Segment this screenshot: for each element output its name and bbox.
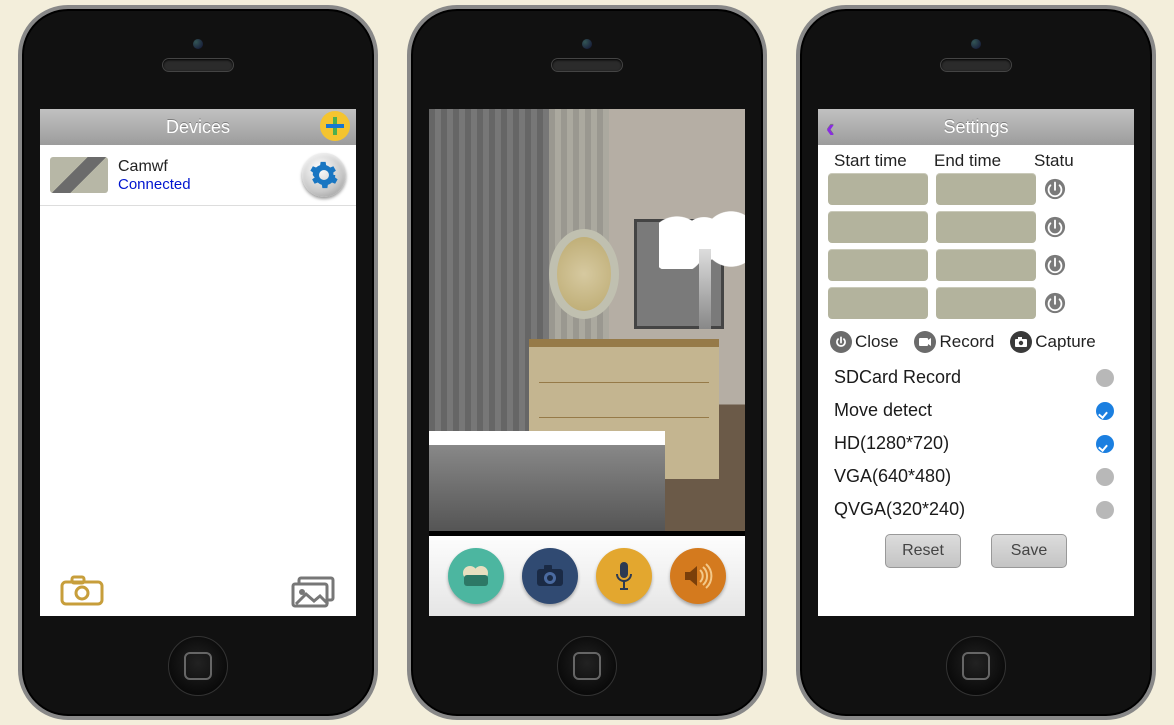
phone-top xyxy=(800,9,1152,104)
option-hd[interactable]: HD(1280*720) xyxy=(818,427,1134,460)
option-label: Move detect xyxy=(834,400,932,421)
schedule-row xyxy=(828,211,1124,243)
bottom-toolbar xyxy=(40,574,356,608)
col-status: Statu xyxy=(1034,151,1124,171)
device-status: Connected xyxy=(118,176,302,193)
schedule-row xyxy=(828,173,1124,205)
videocam-icon xyxy=(914,331,936,353)
action-row: Close Record Capture xyxy=(818,325,1134,361)
gear-icon xyxy=(309,160,339,190)
radio-indicator[interactable] xyxy=(1096,435,1114,453)
home-button[interactable] xyxy=(946,636,1006,696)
speaker-grille xyxy=(941,59,1011,71)
device-name: Camwf xyxy=(118,158,302,176)
plus-icon xyxy=(325,116,345,136)
microphone-button[interactable] xyxy=(596,548,652,604)
phone-settings: ‹ Settings Start time End time Statu xyxy=(796,5,1156,720)
camera-feed[interactable] xyxy=(429,109,745,531)
save-button[interactable]: Save xyxy=(991,534,1067,568)
start-time-cell[interactable] xyxy=(828,211,928,243)
screen-settings: ‹ Settings Start time End time Statu xyxy=(818,109,1134,616)
screen-devices: Devices Camwf Connected xyxy=(40,109,356,616)
home-button[interactable] xyxy=(168,636,228,696)
phone-top xyxy=(22,9,374,104)
end-time-cell[interactable] xyxy=(936,211,1036,243)
capture-label: Capture xyxy=(1035,332,1095,352)
end-time-cell[interactable] xyxy=(936,249,1036,281)
close-label: Close xyxy=(855,332,898,352)
button-row: Reset Save xyxy=(818,526,1134,568)
radio-indicator[interactable] xyxy=(1096,501,1114,519)
device-thumbnail xyxy=(50,157,108,193)
camera-icon[interactable] xyxy=(58,574,106,608)
power-icon xyxy=(830,331,852,353)
header-bar: Devices xyxy=(40,109,356,145)
phone-top xyxy=(411,9,763,104)
radio-indicator[interactable] xyxy=(1096,369,1114,387)
speaker-grille xyxy=(552,59,622,71)
option-vga[interactable]: VGA(640*480) xyxy=(818,460,1134,493)
option-qvga[interactable]: QVGA(320*240) xyxy=(818,493,1134,526)
camera-icon xyxy=(1010,331,1032,353)
reset-button[interactable]: Reset xyxy=(885,534,961,568)
device-info: Camwf Connected xyxy=(118,158,302,193)
phone-devices: Devices Camwf Connected xyxy=(18,5,378,720)
close-action[interactable]: Close xyxy=(830,331,898,353)
option-label: VGA(640*480) xyxy=(834,466,951,487)
record-label: Record xyxy=(939,332,994,352)
home-button[interactable] xyxy=(557,636,617,696)
option-label: QVGA(320*240) xyxy=(834,499,965,520)
power-icon[interactable] xyxy=(1044,254,1066,276)
option-movedetect[interactable]: Move detect xyxy=(818,394,1134,427)
power-icon[interactable] xyxy=(1044,178,1066,200)
schedule-grid xyxy=(818,173,1134,319)
capture-action[interactable]: Capture xyxy=(1010,331,1095,353)
record-video-button[interactable] xyxy=(448,548,504,604)
header-title: Settings xyxy=(943,117,1008,138)
oval-frame xyxy=(549,229,619,319)
settings-body: Start time End time Statu xyxy=(818,145,1134,616)
option-label: HD(1280*720) xyxy=(834,433,949,454)
schedule-row xyxy=(828,287,1124,319)
option-label: SDCard Record xyxy=(834,367,961,388)
microphone-icon xyxy=(616,561,632,591)
sensor-dot xyxy=(971,39,981,49)
speaker-grille xyxy=(163,59,233,71)
schedule-row xyxy=(828,249,1124,281)
back-button[interactable]: ‹ xyxy=(826,113,835,144)
header-bar: ‹ Settings xyxy=(818,109,1134,145)
speaker-icon xyxy=(683,563,713,589)
col-start: Start time xyxy=(834,151,934,171)
header-title: Devices xyxy=(166,117,230,138)
schedule-headers: Start time End time Statu xyxy=(818,145,1134,173)
sensor-dot xyxy=(582,39,592,49)
room-scene xyxy=(429,109,745,531)
flower-vase xyxy=(659,209,745,329)
end-time-cell[interactable] xyxy=(936,287,1036,319)
start-time-cell[interactable] xyxy=(828,287,928,319)
speaker-button[interactable] xyxy=(670,548,726,604)
gallery-icon[interactable] xyxy=(290,574,338,608)
record-action[interactable]: Record xyxy=(914,331,994,353)
device-row[interactable]: Camwf Connected xyxy=(40,145,356,206)
snapshot-button[interactable] xyxy=(522,548,578,604)
device-settings-button[interactable] xyxy=(302,153,346,197)
option-sdcard[interactable]: SDCard Record xyxy=(818,361,1134,394)
phone-live xyxy=(407,5,767,720)
live-toolbar xyxy=(429,536,745,616)
sensor-dot xyxy=(193,39,203,49)
power-icon[interactable] xyxy=(1044,216,1066,238)
power-icon[interactable] xyxy=(1044,292,1066,314)
add-device-button[interactable] xyxy=(320,111,350,141)
videocam-icon xyxy=(461,565,491,587)
start-time-cell[interactable] xyxy=(828,173,928,205)
camera-solid-icon xyxy=(535,564,565,588)
screen-live xyxy=(429,109,745,616)
radio-indicator[interactable] xyxy=(1096,402,1114,420)
start-time-cell[interactable] xyxy=(828,249,928,281)
col-end: End time xyxy=(934,151,1034,171)
end-time-cell[interactable] xyxy=(936,173,1036,205)
bed xyxy=(429,431,665,531)
radio-indicator[interactable] xyxy=(1096,468,1114,486)
